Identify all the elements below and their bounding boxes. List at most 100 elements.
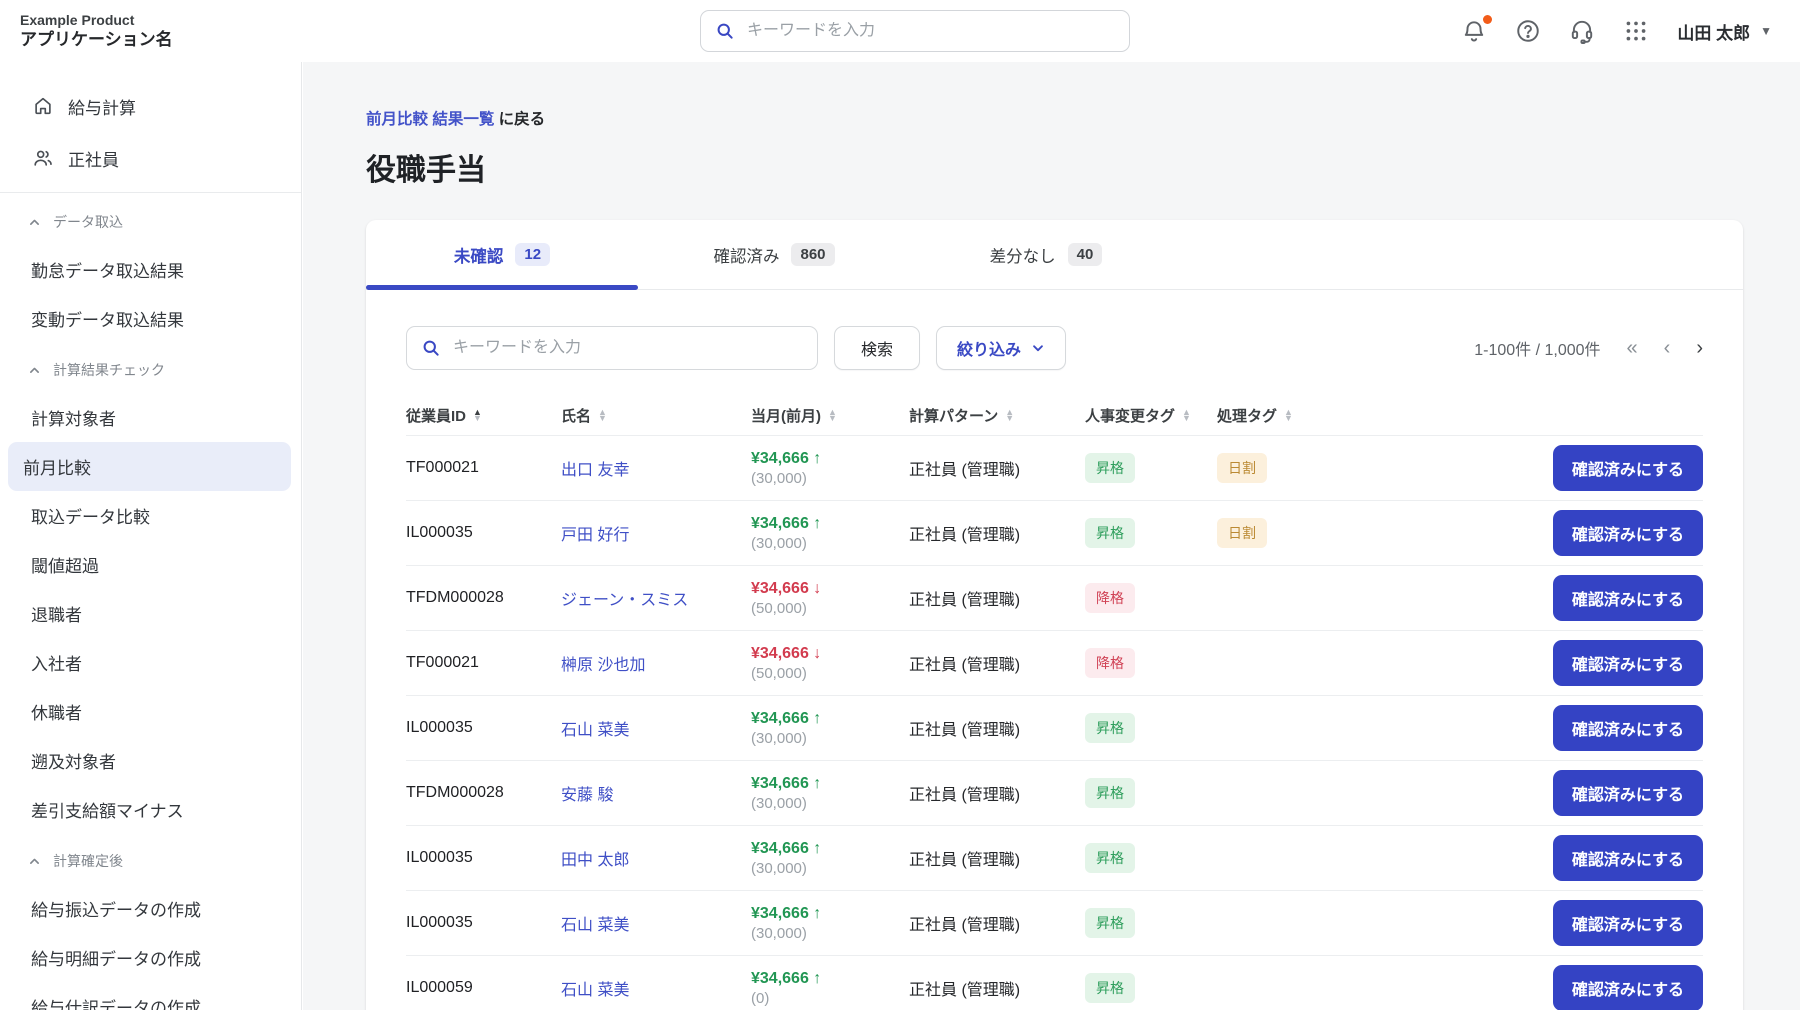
tab-label: 確認済み <box>713 243 779 267</box>
sidebar-item[interactable]: 給与振込データの作成 <box>8 884 291 933</box>
sidebar-item-home[interactable]: 給与計算 <box>0 80 301 132</box>
confirm-button[interactable]: 確認済みにする <box>1553 965 1703 1010</box>
employee-id-cell: TFDM000028 <box>406 589 561 607</box>
sidebar-section-header[interactable]: 計算確定後 <box>0 838 301 884</box>
headset-support-icon[interactable] <box>1569 18 1595 44</box>
confirm-button[interactable]: 確認済みにする <box>1553 900 1703 946</box>
confirm-button[interactable]: 確認済みにする <box>1553 835 1703 881</box>
employee-name-cell: 石山 菜美 <box>561 911 751 935</box>
column-header-3[interactable]: 当月(前月) ▲▼ <box>751 405 909 426</box>
pagination-prev-icon[interactable]: ‹ <box>1664 338 1671 358</box>
sidebar-item[interactable]: 退職者 <box>8 589 291 638</box>
sort-icon[interactable]: ▲▼ <box>828 410 837 421</box>
notification-bell-icon[interactable] <box>1461 18 1487 44</box>
column-header-4[interactable]: 計算パターン▲▼ <box>909 405 1085 426</box>
global-search-input[interactable] <box>747 22 1107 40</box>
column-header-label: 処理タグ <box>1217 405 1277 426</box>
sidebar-item[interactable]: 勤怠データ取込結果 <box>8 245 291 294</box>
sidebar-item[interactable]: 取込データ比較 <box>8 491 291 540</box>
action-cell: 確認済みにする <box>1523 965 1703 1010</box>
sidebar-item[interactable]: 休職者 <box>8 687 291 736</box>
employee-name-link[interactable]: 石山 菜美 <box>561 982 629 999</box>
apps-grid-icon[interactable] <box>1623 18 1649 44</box>
sort-icon[interactable]: ▲▼ <box>598 410 607 421</box>
sidebar-section-header[interactable]: データ取込 <box>0 199 301 245</box>
hr-change-tag: 昇格 <box>1085 778 1135 808</box>
global-search[interactable] <box>700 10 1130 52</box>
sort-icon[interactable]: ▲▼ <box>1182 410 1191 421</box>
sidebar-item[interactable]: 差引支給額マイナス <box>8 785 291 834</box>
tab-未確認[interactable]: 未確認12 <box>366 220 638 289</box>
employee-name-link[interactable]: 石山 菜美 <box>561 722 629 739</box>
action-cell: 確認済みにする <box>1523 445 1703 491</box>
sidebar-item[interactable]: 変動データ取込結果 <box>8 294 291 343</box>
breadcrumb-link-results[interactable]: 結果一覧 <box>432 111 494 128</box>
column-header-2[interactable]: 氏名▲▼ <box>561 405 751 426</box>
amount-current: ¥34,666 ↑ <box>751 970 909 988</box>
column-header-label: 当月(前月) <box>751 405 821 426</box>
employee-name-link[interactable]: 田中 太郎 <box>561 852 629 869</box>
employee-name-link[interactable]: 出口 友幸 <box>561 462 629 479</box>
column-header-1[interactable]: 従業員ID▲▼ <box>406 405 561 426</box>
sidebar-item[interactable]: 給与仕訳データの作成 <box>8 982 291 1010</box>
calculation-pattern: 正社員 (管理職) <box>909 917 1020 934</box>
employee-id-cell: TF000021 <box>406 654 561 672</box>
hr-tag-cell: 昇格 <box>1085 518 1217 548</box>
sidebar-item[interactable]: 入社者 <box>8 638 291 687</box>
keyword-search-input[interactable] <box>453 339 793 357</box>
hr-tag-cell: 昇格 <box>1085 973 1217 1003</box>
calculation-pattern: 正社員 (管理職) <box>909 657 1020 674</box>
employee-name-link[interactable]: 戸田 好行 <box>561 527 629 544</box>
table-row: IL000035田中 太郎¥34,666 ↑(30,000)正社員 (管理職)昇… <box>406 826 1703 891</box>
confirm-button[interactable]: 確認済みにする <box>1553 445 1703 491</box>
sidebar-item[interactable]: 遡及対象者 <box>8 736 291 785</box>
tab-差分なし[interactable]: 差分なし40 <box>910 220 1182 289</box>
sidebar-item-users[interactable]: 正社員 <box>0 132 301 184</box>
amount-current: ¥34,666 ↑ <box>751 840 909 858</box>
table-toolbar: 検索 絞り込み 1-100件 / 1,000件 « ‹ › <box>406 326 1703 370</box>
keyword-search[interactable] <box>406 326 818 370</box>
sort-icon[interactable]: ▲▼ <box>1284 410 1293 421</box>
confirm-button[interactable]: 確認済みにする <box>1553 575 1703 621</box>
filter-button[interactable]: 絞り込み <box>936 326 1066 370</box>
sidebar-item[interactable]: 給与明細データの作成 <box>8 933 291 982</box>
sort-icon[interactable]: ▲▼ <box>473 410 482 421</box>
chevron-up-icon <box>28 216 41 229</box>
employee-id-cell: IL000035 <box>406 524 561 542</box>
hr-change-tag: 昇格 <box>1085 908 1135 938</box>
sidebar-item[interactable]: 前月比較 <box>8 442 291 491</box>
hr-change-tag: 降格 <box>1085 583 1135 613</box>
sidebar-item[interactable]: 計算対象者 <box>8 393 291 442</box>
chevron-up-icon <box>28 364 41 377</box>
breadcrumb-link-previous-month[interactable]: 前月比較 <box>366 111 428 128</box>
confirm-button[interactable]: 確認済みにする <box>1553 770 1703 816</box>
column-header-6[interactable]: 処理タグ ▲▼ <box>1217 405 1523 426</box>
sort-icon[interactable]: ▲▼ <box>1005 410 1014 421</box>
table-row: TF000021出口 友幸¥34,666 ↑(30,000)正社員 (管理職)昇… <box>406 436 1703 501</box>
pagination-next-icon[interactable]: › <box>1696 338 1703 358</box>
employee-name-cell: 安藤 駿 <box>561 781 751 805</box>
employee-name-link[interactable]: 石山 菜美 <box>561 917 629 934</box>
employee-name-link[interactable]: 安藤 駿 <box>561 787 613 804</box>
amount-cell: ¥34,666 ↑(30,000) <box>751 840 909 877</box>
pagination-first-icon[interactable]: « <box>1627 338 1638 358</box>
user-menu[interactable]: 山田 太郎 ▼ <box>1677 19 1772 44</box>
amount-previous: (30,000) <box>751 535 909 552</box>
help-icon[interactable] <box>1515 18 1541 44</box>
column-header-5[interactable]: 人事変更タグ ▲▼ <box>1085 405 1217 426</box>
sidebar-section-header[interactable]: 計算結果チェック <box>0 347 301 393</box>
employee-id-cell: IL000035 <box>406 719 561 737</box>
hr-tag-cell: 昇格 <box>1085 778 1217 808</box>
employee-name-link[interactable]: 榊原 沙也加 <box>561 657 645 674</box>
search-button[interactable]: 検索 <box>834 326 920 370</box>
sidebar-item[interactable]: 閾値超過 <box>8 540 291 589</box>
employee-id: IL000035 <box>406 849 473 866</box>
tab-確認済み[interactable]: 確認済み860 <box>638 220 910 289</box>
column-header-label: 人事変更タグ <box>1085 405 1175 426</box>
confirm-button[interactable]: 確認済みにする <box>1553 640 1703 686</box>
employee-id-cell: TF000021 <box>406 459 561 477</box>
employee-name-link[interactable]: ジェーン・スミス <box>561 592 688 609</box>
confirm-button[interactable]: 確認済みにする <box>1553 705 1703 751</box>
tab-label: 差分なし <box>990 243 1056 267</box>
confirm-button[interactable]: 確認済みにする <box>1553 510 1703 556</box>
